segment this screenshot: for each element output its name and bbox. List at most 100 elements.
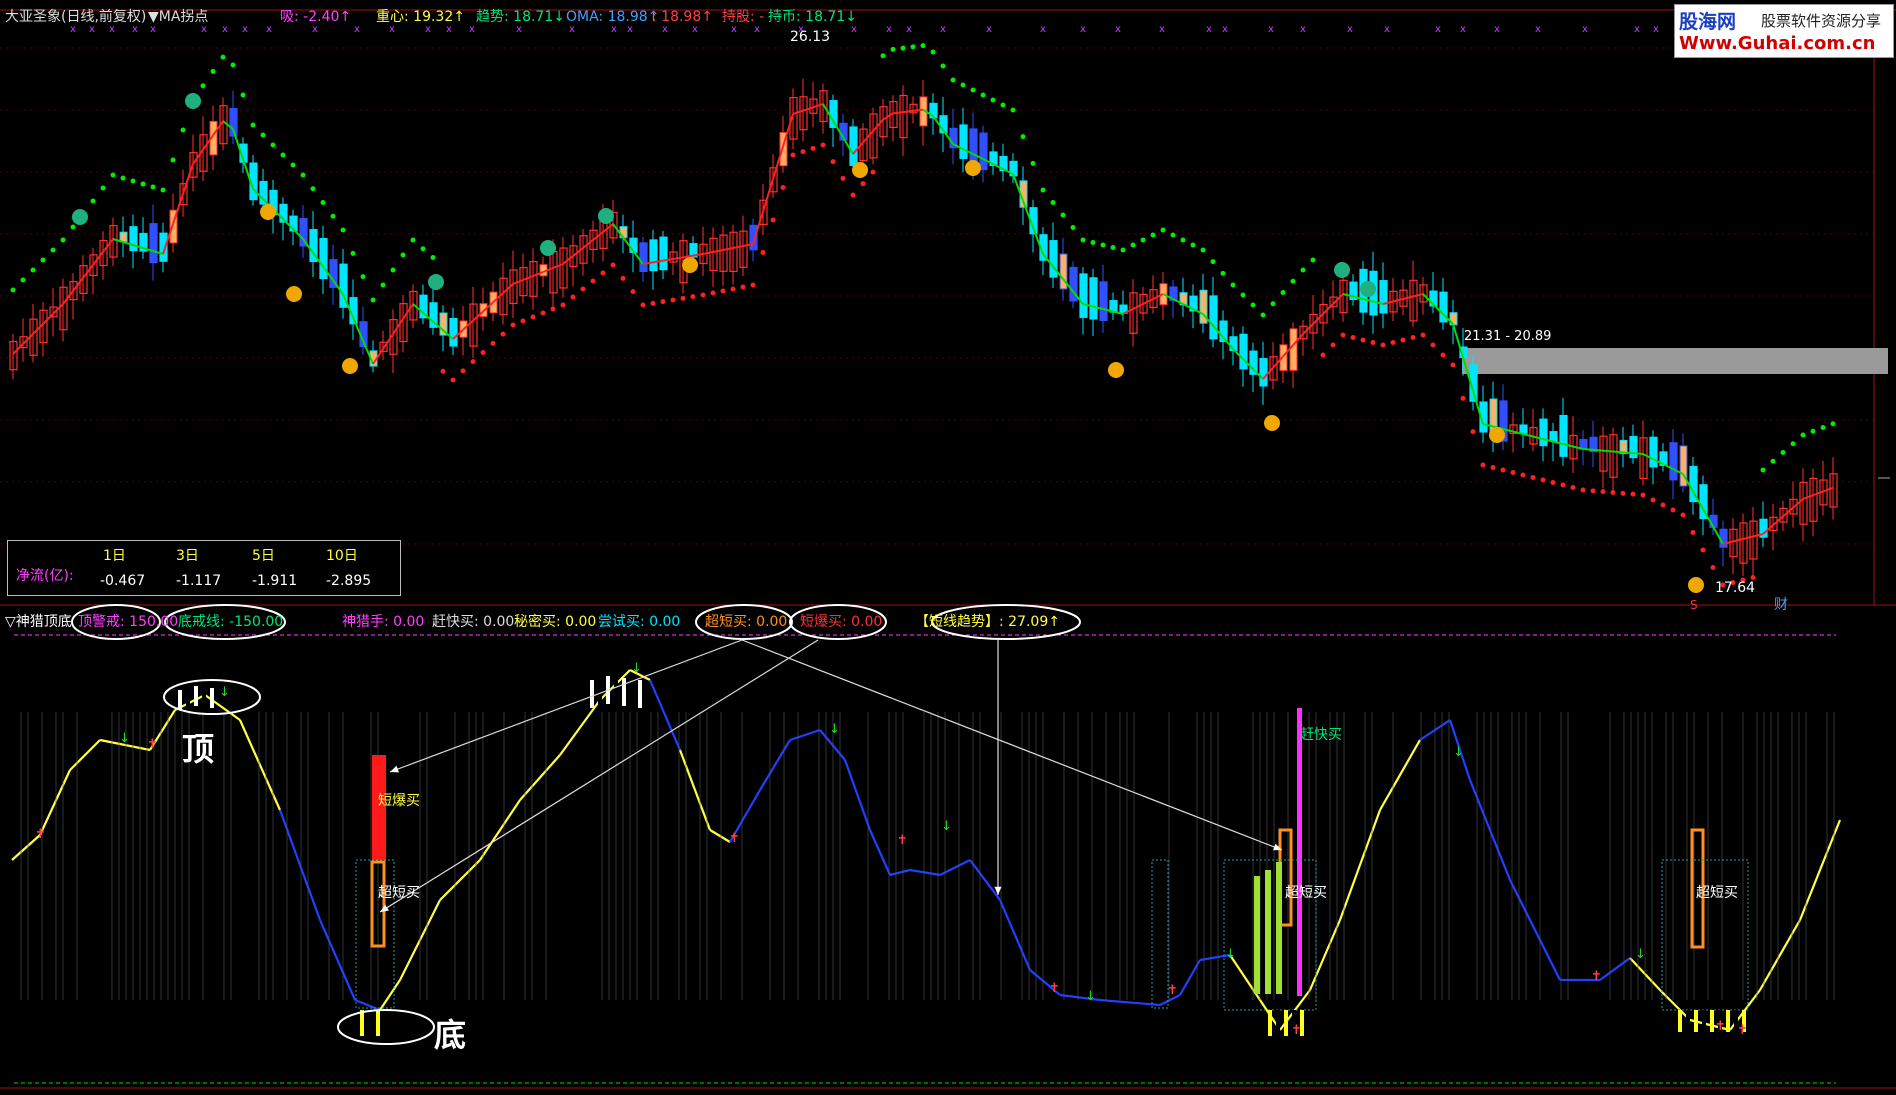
- trailing-stop-dot: [1010, 107, 1016, 113]
- trailing-stop-dot: [950, 77, 956, 83]
- buy-tick: ✝: [147, 737, 158, 752]
- high-price-label: 26.13: [790, 29, 831, 45]
- trailing-stop-dot: [990, 97, 996, 103]
- trailing-stop-dot: [1170, 232, 1176, 238]
- trailing-stop-dot: [560, 302, 566, 308]
- trailing-stop-dot: [1120, 247, 1126, 253]
- trailing-stop-dot: [770, 217, 776, 223]
- ma-line: [602, 223, 614, 233]
- qushi-value: 趋势: 18.71↓: [476, 9, 565, 25]
- bottom-stripes: [1694, 1010, 1698, 1032]
- top-x-mark: x: [1653, 24, 1659, 35]
- trailing-stop-dot: [880, 53, 886, 59]
- ma-line: [22, 333, 34, 345]
- ma-line: [572, 247, 584, 257]
- trailing-stop-dot: [540, 310, 546, 316]
- watermark-url: Www.Guhai.com.cn: [1679, 33, 1876, 54]
- ma-line: [1732, 538, 1744, 543]
- ma-line: [1522, 433, 1534, 438]
- trailing-stop-dot: [1430, 342, 1436, 348]
- ma-line: [42, 313, 54, 325]
- trailing-stop-dot: [1320, 352, 1326, 358]
- trailing-stop-dot: [1050, 200, 1056, 205]
- trailing-stop-dot: [110, 172, 116, 178]
- top-x-mark: x: [906, 24, 912, 35]
- ma-line: [782, 113, 794, 147]
- gan-kuai-bar: [1297, 708, 1302, 996]
- trailing-stop-dot: [320, 200, 326, 205]
- range-label: 21.31 - 20.89: [1464, 329, 1552, 344]
- candle-body: [1629, 435, 1638, 459]
- mi-mi-bar: [1265, 870, 1271, 994]
- pointer-arrow: [389, 639, 743, 773]
- top-stripes: [186, 688, 190, 708]
- resistance-band: [1462, 348, 1888, 374]
- trailing-stop-dot: [330, 213, 336, 219]
- candle-body: [1549, 431, 1558, 442]
- trailing-stop-dot: [1530, 475, 1536, 480]
- oscillator-line: [318, 919, 357, 1001]
- guhai-watermark: 股海网 股票软件资源分享 Www.Guhai.com.cn: [1674, 4, 1894, 58]
- trailing-stop-dot: [640, 302, 646, 308]
- trailing-stop-dot: [610, 262, 616, 268]
- stock-chart-screen[interactable]: xxxxxxxxxxxxxxxxxxxxxxxxxxxxxxxxxxxxxxxx…: [0, 0, 1896, 1095]
- trailing-stop-dot: [810, 145, 816, 151]
- trailing-stop-dot: [760, 250, 766, 255]
- bottom-stripes: [1702, 1010, 1706, 1032]
- oscillator-line: [678, 749, 712, 831]
- ma-line: [1612, 450, 1624, 454]
- zhongxin-value: 重心: 19.32↑: [376, 9, 465, 25]
- candle-body: [1649, 436, 1658, 468]
- trailing-stop-dot: [370, 297, 376, 303]
- trailing-stop-dot: [390, 267, 396, 273]
- top-x-mark: x: [1435, 24, 1441, 35]
- trailing-stop-dot: [930, 49, 936, 55]
- candle-body: [149, 223, 158, 264]
- oscillator-line: [238, 719, 282, 811]
- candle-body: [849, 126, 858, 166]
- trailing-stop-dot: [1700, 547, 1706, 553]
- trailing-stop-dot: [520, 318, 526, 324]
- ma-line: [52, 303, 64, 315]
- ma-line: [1622, 451, 1634, 455]
- trailing-stop-dot: [1360, 337, 1366, 343]
- trailing-stop-dot: [940, 63, 946, 69]
- gan-kuai-buy-label: 赶快买: [1300, 727, 1342, 743]
- indicator-name[interactable]: ▽神猎顶底: [5, 613, 72, 631]
- net-flow-panel: 净流(亿): 1日 3日 5日 10日 -0.467 -1.117 -1.911…: [7, 540, 401, 596]
- check-marker: [1360, 281, 1376, 297]
- check-marker: [1334, 262, 1350, 278]
- buy-marker: [1108, 362, 1124, 378]
- top-x-mark: x: [1634, 24, 1640, 35]
- trailing-stop-dot: [1180, 237, 1186, 243]
- trailing-stop-dot: [1140, 237, 1146, 243]
- ma-line: [872, 119, 884, 132]
- oscillator-line: [1468, 779, 1512, 881]
- ma-line: [1452, 323, 1464, 358]
- chigu-value: 持股: -: [722, 9, 765, 25]
- top-x-mark: x: [222, 24, 228, 35]
- trailing-stop-dot: [200, 83, 206, 89]
- ma-indicator-label[interactable]: ▼MA拐点: [148, 8, 208, 26]
- trailing-stop-dot: [500, 331, 506, 337]
- top-x-mark: x: [1535, 24, 1541, 35]
- candle-body: [959, 124, 968, 159]
- candle-body: [649, 239, 658, 272]
- trailing-stop-dot: [550, 306, 556, 312]
- trailing-stop-dot: [1160, 227, 1166, 233]
- top-x-mark: x: [1206, 24, 1212, 35]
- candle-body: [1239, 333, 1248, 370]
- candle-body: [319, 237, 328, 280]
- watermark-sub: 股票软件资源分享: [1761, 12, 1882, 30]
- bottom-stripes: [1710, 1010, 1714, 1032]
- top-stripes: [622, 678, 626, 706]
- trailing-stop-dot: [1440, 352, 1446, 358]
- trailing-stop-dot: [870, 169, 876, 175]
- net-flow-header: 3日: [176, 548, 199, 564]
- sell-tick: ↓: [1085, 989, 1096, 1004]
- oscillator-line: [479, 799, 521, 861]
- ma-line: [1602, 449, 1614, 453]
- trailing-stop-dot: [1210, 259, 1216, 265]
- trailing-stop-dot: [670, 297, 676, 303]
- trailing-stop-dot: [1470, 429, 1476, 435]
